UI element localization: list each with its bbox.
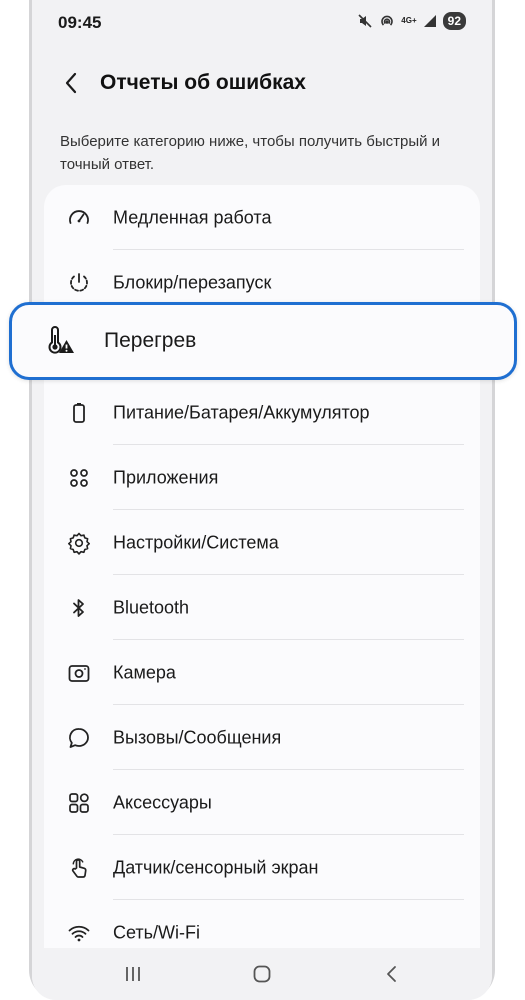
category-label: Сеть/Wi-Fi [113, 922, 201, 942]
back-nav-button[interactable] [377, 962, 407, 986]
apps-grid-icon [66, 465, 92, 491]
status-icons: 4G+ 92 [357, 12, 466, 30]
recents-icon [126, 967, 140, 981]
back-button[interactable] [58, 70, 84, 96]
wifi-icon [66, 920, 92, 946]
camera-icon [66, 660, 92, 686]
category-item-overheat[interactable]: Перегрев [9, 302, 517, 380]
category-label: Настройки/Система [113, 532, 279, 552]
category-item-touchscreen[interactable]: Датчик/сенсорный экран [44, 835, 480, 900]
category-item-accessories[interactable]: Аксессуары [44, 770, 480, 835]
network-label: 4G+ [401, 16, 417, 25]
status-time: 09:45 [58, 13, 102, 32]
back-icon [387, 966, 396, 982]
recents-button[interactable] [118, 962, 148, 986]
screen: 09:45 4G+ 92 Отчеты об ошибках Выберите … [32, 0, 492, 1000]
category-item-slow[interactable]: Медленная работа [44, 185, 480, 250]
battery-icon: 92 [442, 12, 466, 30]
category-label: Питание/Батарея/Аккумулятор [113, 402, 370, 422]
status-bar: 09:45 4G+ 92 [32, 0, 492, 44]
mute-icon [357, 13, 373, 29]
category-label: Приложения [113, 467, 219, 487]
category-item-battery[interactable]: Питание/Батарея/Аккумулятор [44, 380, 480, 445]
category-item-bluetooth[interactable]: Bluetooth [44, 575, 480, 640]
category-label: Медленная работа [113, 207, 272, 227]
power-restart-icon [66, 270, 92, 296]
chevron-left-icon [65, 72, 77, 94]
category-label: Блокир/перезапуск [113, 272, 272, 292]
thermometer-warning-icon [44, 325, 76, 357]
header: Отчеты об ошибках [32, 58, 492, 108]
category-item-calls[interactable]: Вызовы/Сообщения [44, 705, 480, 770]
bluetooth-icon [66, 595, 92, 621]
category-label: Вызовы/Сообщения [113, 727, 282, 747]
category-label: Датчик/сенсорный экран [113, 857, 319, 877]
accessories-icon [66, 790, 92, 816]
category-label: Аксессуары [113, 792, 212, 812]
chat-bubble-icon [66, 725, 92, 751]
category-item-apps[interactable]: Приложения [44, 445, 480, 510]
category-item-settings[interactable]: Настройки/Система [44, 510, 480, 575]
touch-icon [66, 855, 92, 881]
category-label: Перегрев [104, 329, 197, 352]
page-title: Отчеты об ошибках [100, 71, 306, 94]
home-icon [253, 965, 271, 983]
home-button[interactable] [247, 962, 277, 986]
hotspot-icon [379, 13, 395, 29]
speedometer-icon [66, 205, 92, 231]
category-label: Камера [113, 662, 176, 682]
battery-icon [66, 400, 92, 426]
signal-icon [423, 14, 437, 28]
page-description: Выберите категорию ниже, чтобы получить … [60, 133, 441, 173]
category-item-camera[interactable]: Камера [44, 640, 480, 705]
gear-icon [66, 530, 92, 556]
category-label: Bluetooth [113, 597, 190, 617]
navigation-bar [32, 948, 492, 1000]
